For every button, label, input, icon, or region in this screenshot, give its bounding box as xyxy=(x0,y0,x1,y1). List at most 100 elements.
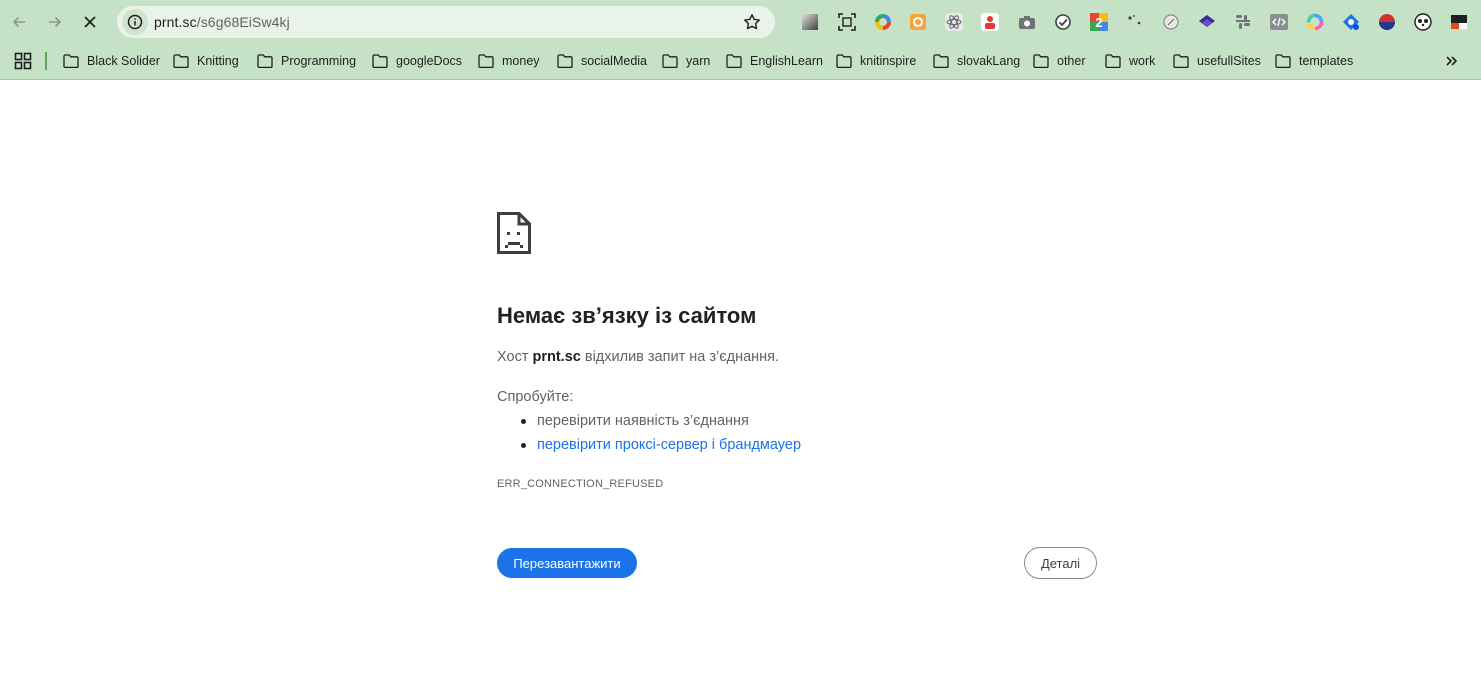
purple-layers-extension-icon-glyph xyxy=(1199,15,1215,27)
number-two-badge-extension-icon[interactable]: 2 xyxy=(1089,12,1109,32)
gradient-square-extension-icon[interactable] xyxy=(800,12,820,32)
gradient-square-extension-icon-glyph xyxy=(802,14,818,30)
address-bar[interactable]: prnt.sc/s6g68EiSw4kj xyxy=(117,6,775,38)
url-path: /s6g68EiSw4kj xyxy=(196,14,290,30)
bookmark-folder[interactable]: Programming xyxy=(257,50,356,72)
bookmarks-bar: Black Solider Knitting Programming googleDo… xyxy=(0,44,1481,80)
folder-icon xyxy=(836,54,852,68)
people-red-extension-icon-glyph xyxy=(981,13,999,31)
folder-icon xyxy=(1275,54,1291,68)
bookmark-folder[interactable]: templates xyxy=(1275,50,1353,72)
folder-icon xyxy=(1173,54,1189,68)
compass-extension-icon[interactable] xyxy=(1161,12,1181,32)
folder-icon xyxy=(1033,54,1049,68)
react-atom-extension-icon-glyph xyxy=(945,13,963,31)
bookmark-folder-label: Black Solider xyxy=(87,54,160,68)
folder-icon xyxy=(478,54,494,68)
forward-button[interactable] xyxy=(41,8,69,36)
details-button[interactable]: Деталі xyxy=(1024,547,1097,579)
bookmark-folder-label: knitinspire xyxy=(860,54,917,68)
sparkle-dots-extension-icon[interactable] xyxy=(1125,12,1145,32)
back-button[interactable] xyxy=(5,8,33,36)
red-blue-circle-extension-icon[interactable] xyxy=(1377,12,1397,32)
screenshot-frame-extension-icon-glyph xyxy=(838,13,856,31)
site-info-button[interactable] xyxy=(122,9,148,35)
summary-prefix: Хост xyxy=(497,349,529,365)
suggestion-check-connection: перевірити наявність з’єднання xyxy=(497,409,801,433)
check-proxy-link[interactable]: перевірити проксі-сервер і брандмауер xyxy=(537,437,801,453)
bookmark-folder[interactable]: slovakLang xyxy=(933,50,1020,72)
folder-icon xyxy=(557,54,573,68)
folder-icon xyxy=(933,54,949,68)
slack-grid-extension-icon[interactable] xyxy=(1233,12,1253,32)
code-tag-extension-icon[interactable] xyxy=(1269,12,1289,32)
bookmark-folder-label: money xyxy=(502,54,540,68)
bookmark-folder-label: socialMedia xyxy=(581,54,648,68)
bookmark-folder[interactable]: googleDocs xyxy=(372,50,462,72)
rainbow-ring-extension-icon[interactable] xyxy=(1305,12,1325,32)
close-icon xyxy=(84,16,96,28)
bookmark-folder-label: Knitting xyxy=(197,54,239,68)
bookmark-folder-label: templates xyxy=(1299,54,1354,68)
reload-button[interactable]: Перезавантажити xyxy=(497,548,637,578)
red-blue-circle-extension-icon-glyph xyxy=(1379,14,1395,30)
camera-extension-icon-glyph xyxy=(1019,16,1035,29)
bookmark-folder[interactable]: other xyxy=(1033,50,1086,72)
check-circle-extension-icon[interactable] xyxy=(1053,12,1073,32)
bookmark-folder[interactable]: usefullSites xyxy=(1173,50,1261,72)
purple-layers-extension-icon[interactable] xyxy=(1197,12,1217,32)
blue-diamond-extension-icon[interactable] xyxy=(1341,12,1361,32)
bookmark-folder[interactable]: Knitting xyxy=(173,50,239,72)
bookmark-folder[interactable]: socialMedia xyxy=(557,50,647,72)
stop-loading-button[interactable] xyxy=(76,8,104,36)
suggestion-text: перевірити наявність з’єднання xyxy=(537,413,749,429)
bookmark-folder-label: EnglishLearn xyxy=(750,54,823,68)
more-bookmarks-button[interactable] xyxy=(1441,51,1461,71)
bookmark-folder[interactable]: work xyxy=(1105,50,1155,72)
black-red-flag-extension-icon-glyph xyxy=(1451,15,1467,29)
arrow-left-icon xyxy=(12,16,25,28)
summary-suffix: відхилив запит на з’єднання. xyxy=(584,349,780,365)
double-chevron-right-icon xyxy=(1446,56,1458,66)
orange-square-extension-icon[interactable] xyxy=(908,12,928,32)
bookmark-star-button[interactable] xyxy=(743,13,761,31)
url-text[interactable]: prnt.sc/s6g68EiSw4kj xyxy=(154,6,290,38)
bookmark-folder[interactable]: knitinspire xyxy=(836,50,916,72)
folder-icon xyxy=(63,54,79,68)
number-two-badge-extension-icon-glyph: 2 xyxy=(1090,13,1108,31)
arrow-right-icon xyxy=(49,16,62,28)
panda-avatar-extension-icon[interactable] xyxy=(1413,12,1433,32)
star-icon xyxy=(744,14,760,30)
apps-button[interactable] xyxy=(14,52,32,70)
screenshot-frame-extension-icon[interactable] xyxy=(837,12,857,32)
bookmark-folder[interactable]: money xyxy=(478,50,540,72)
suggestion-check-proxy: перевірити проксі-сервер і брандмауер xyxy=(497,433,801,457)
bookmark-folder[interactable]: yarn xyxy=(662,50,710,72)
folder-icon xyxy=(257,54,273,68)
bookmark-folder-label: Programming xyxy=(281,54,357,68)
browser-toolbar: prnt.sc/s6g68EiSw4kj 2 xyxy=(0,0,1481,44)
bookmark-folder-label: yarn xyxy=(686,54,711,68)
suggestions-list: перевірити наявність з’єднання перевірит… xyxy=(497,409,801,457)
folder-icon xyxy=(662,54,678,68)
bookmark-folder-label: googleDocs xyxy=(396,54,463,68)
svg-text:2: 2 xyxy=(1095,15,1102,30)
people-red-extension-icon[interactable] xyxy=(980,12,1000,32)
check-circle-extension-icon-glyph xyxy=(1055,14,1071,30)
bookmark-folder[interactable]: EnglishLearn xyxy=(726,50,823,72)
bookmark-folder[interactable]: Black Solider xyxy=(63,50,160,72)
bookmarks-separator xyxy=(45,52,47,70)
camera-extension-icon[interactable] xyxy=(1017,12,1037,32)
black-red-flag-extension-icon[interactable] xyxy=(1449,12,1469,32)
react-atom-extension-icon[interactable] xyxy=(944,12,964,32)
orange-square-extension-icon-glyph xyxy=(910,14,926,30)
blue-diamond-extension-icon-glyph xyxy=(1343,14,1359,30)
info-icon xyxy=(127,14,143,30)
bookmark-folder-label: work xyxy=(1129,54,1156,68)
bookmark-folder-label: slovakLang xyxy=(957,54,1021,68)
folder-icon xyxy=(173,54,189,68)
color-ring-extension-icon[interactable] xyxy=(873,12,893,32)
code-tag-extension-icon-glyph xyxy=(1270,14,1288,30)
try-label: Спробуйте: xyxy=(497,389,574,405)
summary-host: prnt.sc xyxy=(532,349,581,365)
